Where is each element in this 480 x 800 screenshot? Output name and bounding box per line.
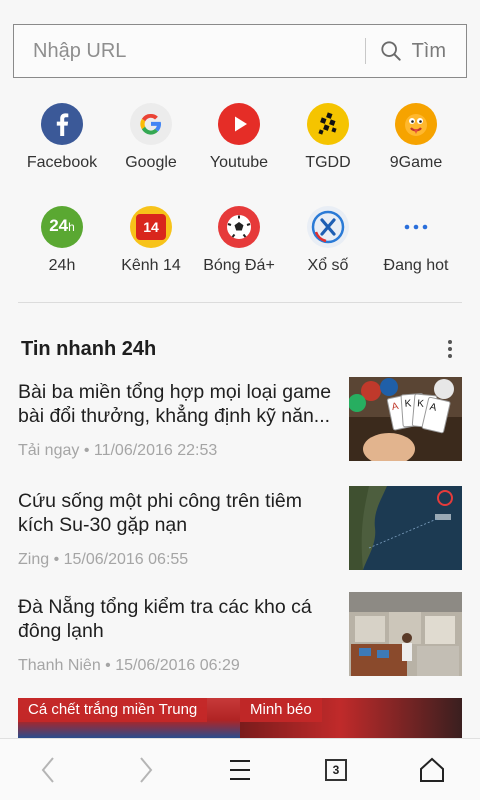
- shortcut-label: Google: [125, 154, 177, 171]
- news-thumbnail: [349, 486, 462, 570]
- menu-button[interactable]: [210, 739, 270, 800]
- url-bar-divider: [364, 38, 366, 64]
- kenh14-badge: 14: [136, 214, 166, 240]
- shortcut-bongda[interactable]: Bóng Đá+: [191, 206, 287, 275]
- shortcut-facebook[interactable]: Facebook: [14, 103, 110, 172]
- more-vertical-icon: [448, 340, 452, 344]
- home-button[interactable]: [402, 739, 462, 800]
- back-button[interactable]: [18, 739, 78, 800]
- shortcut-google[interactable]: Google: [103, 103, 199, 172]
- 24h-icon: 24h: [41, 206, 83, 248]
- news-title: Đà Nẵng tổng kiểm tra các kho cá đông lạ…: [18, 596, 312, 642]
- shortcut-label: Bóng Đá+: [203, 257, 275, 274]
- shortcut-label: Xổ số: [307, 257, 349, 274]
- shortcut-label: Youtube: [209, 154, 269, 171]
- sea-map-image: [349, 486, 462, 570]
- shortcut-label: Kênh 14: [121, 257, 181, 274]
- shortcut-label: 24h: [48, 257, 76, 274]
- shortcut-kenh14[interactable]: 14 Kênh 14: [103, 206, 199, 275]
- shortcut-dang-hot[interactable]: Đang hot: [368, 206, 464, 275]
- playing-cards-image: A K K A: [349, 377, 462, 461]
- news-more-options-button[interactable]: [440, 336, 460, 362]
- hamburger-menu-icon: [230, 760, 250, 780]
- news-banner[interactable]: Cá chết trắng miền Trung Minh béo: [18, 698, 462, 738]
- shortcut-tgdd[interactable]: TGDD: [280, 103, 376, 172]
- search-icon: [380, 41, 401, 61]
- more-vertical-icon-dot: [448, 347, 452, 351]
- 9game-icon: [395, 103, 437, 145]
- news-title: Bài ba miền tổng hợp mọi loại game bài đ…: [18, 381, 332, 427]
- news-time: 15/06/2016 06:29: [115, 657, 240, 674]
- search-button-label: Tìm: [411, 39, 446, 62]
- soccer-ball-icon: [218, 206, 260, 248]
- shortcut-label: TGDD: [305, 154, 351, 171]
- shortcut-label: Đang hot: [383, 257, 449, 274]
- news-title: Cứu sống một phi công trên tiêm kích Su-…: [18, 490, 303, 536]
- bottom-navigation-bar: 3: [0, 738, 480, 800]
- news-source: Thanh Niên: [18, 657, 101, 674]
- news-source: Zing: [18, 551, 50, 568]
- more-dots-icon: [395, 206, 437, 248]
- shortcut-24h[interactable]: 24h 24h: [14, 206, 110, 275]
- section-divider: [18, 302, 462, 303]
- browser-home-page: Tìm Facebook Google Youtube: [0, 0, 480, 800]
- home-icon: [420, 757, 444, 782]
- shortcut-label: Facebook: [26, 154, 98, 171]
- youtube-icon: [218, 103, 260, 145]
- news-thumbnail: A K K A: [349, 377, 462, 461]
- svg-text:K: K: [417, 398, 425, 410]
- chevron-right-icon: [140, 757, 153, 783]
- tabs-button[interactable]: 3: [306, 739, 366, 800]
- cold-storage-image: [349, 592, 462, 676]
- news-time: 11/06/2016 22:53: [93, 442, 218, 459]
- news-item[interactable]: Đà Nẵng tổng kiểm tra các kho cá đông lạ…: [18, 592, 462, 687]
- news-meta: Thanh Niên • 15/06/2016 06:29: [18, 657, 240, 674]
- shortcut-9game[interactable]: 9Game: [368, 103, 464, 172]
- banner-label-left: Cá chết trắng miền Trung: [18, 698, 208, 722]
- forward-button[interactable]: [116, 739, 176, 800]
- news-section-title: Tin nhanh 24h: [21, 338, 157, 360]
- tab-count-badge: 3: [325, 759, 347, 781]
- banner-label-right: Minh béo: [240, 698, 322, 722]
- chevron-left-icon: [41, 757, 54, 783]
- news-source: Tải ngay: [18, 442, 80, 459]
- search-button[interactable]: Tìm: [380, 25, 466, 77]
- kenh14-icon: 14: [130, 206, 172, 248]
- svg-text:K: K: [404, 398, 412, 409]
- xoso-icon: [307, 206, 349, 248]
- news-thumbnail: [349, 592, 462, 676]
- news-item[interactable]: Cứu sống một phi công trên tiêm kích Su-…: [18, 486, 462, 581]
- google-icon: [130, 103, 172, 145]
- news-meta: Tải ngay • 11/06/2016 22:53: [18, 442, 218, 459]
- news-time: 15/06/2016 06:55: [63, 551, 189, 568]
- news-meta: Zing • 15/06/2016 06:55: [18, 551, 189, 568]
- tgdd-icon: [307, 103, 349, 145]
- news-item[interactable]: Bài ba miền tổng hợp mọi loại game bài đ…: [18, 377, 462, 472]
- more-vertical-icon-dot: [448, 354, 452, 358]
- facebook-icon: [41, 103, 83, 145]
- url-bar: Tìm: [13, 24, 467, 78]
- url-input[interactable]: [14, 25, 365, 77]
- shortcut-label: 9Game: [389, 154, 443, 171]
- shortcut-youtube[interactable]: Youtube: [191, 103, 287, 172]
- shortcut-xoso[interactable]: Xổ số: [280, 206, 376, 275]
